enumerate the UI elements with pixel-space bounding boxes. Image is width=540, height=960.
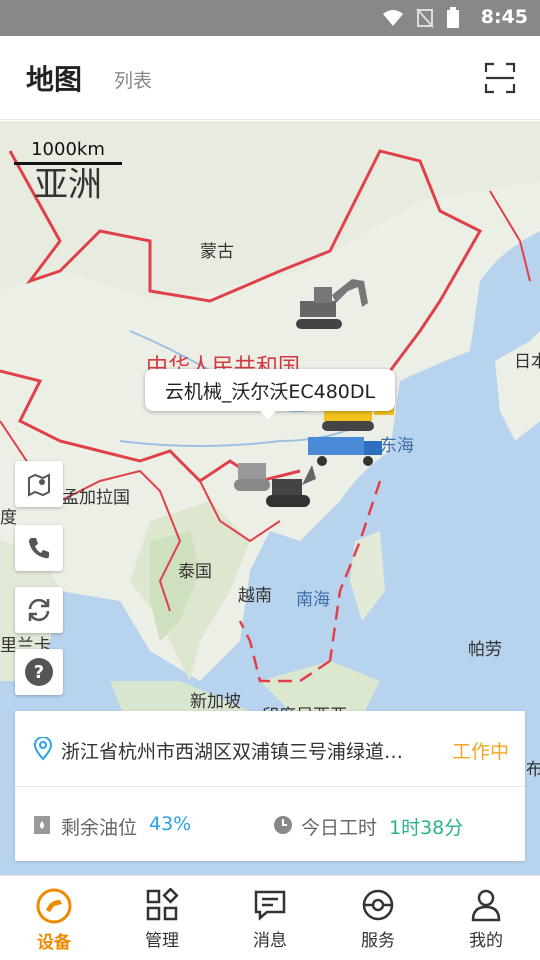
machine-status: 工作中 <box>451 741 509 763</box>
map-label-bangladesh: 孟加拉国 <box>62 488 130 508</box>
no-sim-icon <box>416 8 434 28</box>
map-label-mongolia: 蒙古 <box>200 242 234 262</box>
metrics-row: 剩余油位 43% 今日工时 1时38分 <box>15 787 525 861</box>
map-label-right-edge: 布 <box>526 760 540 780</box>
nav-message-label: 消息 <box>253 931 287 951</box>
battery-icon <box>447 7 459 28</box>
refresh-icon <box>28 598 50 622</box>
user-icon <box>471 889 501 922</box>
address-row: 浙江省杭州市西湖区双浦镇三号浦绿道… 工作中 <box>15 711 525 787</box>
hours-value: 1时38分 <box>389 817 464 839</box>
refresh-button[interactable] <box>15 587 63 633</box>
map-label-vietnam: 越南 <box>238 586 272 606</box>
nav-me[interactable]: 我的 <box>432 876 540 960</box>
map-label-thailand: 泰国 <box>178 562 212 582</box>
scan-icon[interactable] <box>484 62 516 94</box>
hours-label: 今日工时 <box>301 817 378 839</box>
truck-marker[interactable] <box>306 433 386 469</box>
status-icons <box>382 7 460 29</box>
map-label-singapore: 新加坡 <box>190 692 241 712</box>
svg-text:?: ? <box>34 662 44 683</box>
location-button[interactable] <box>15 461 63 507</box>
map-label-palau: 帕劳 <box>468 640 502 660</box>
header: 地图 列表 <box>0 36 540 120</box>
nav-manage[interactable]: 管理 <box>108 876 216 960</box>
wifi-icon <box>383 10 403 26</box>
map-view[interactable]: 1000km 亚洲 蒙古 中华人民共和国 日本 东海 孟加拉国 度 泰国 越南 … <box>0 121 540 875</box>
bulldozer-marker[interactable] <box>228 449 318 511</box>
nav-device[interactable]: 设备 <box>0 876 108 960</box>
status-bar: 8:45 <box>0 0 540 36</box>
nav-manage-label: 管理 <box>145 931 179 951</box>
help-button[interactable]: ? <box>15 649 63 695</box>
device-icon <box>36 888 72 924</box>
location-pin-icon <box>33 737 53 761</box>
nav-service[interactable]: 服务 <box>324 876 432 960</box>
continent-label: 亚洲 <box>34 165 102 205</box>
tab-list[interactable]: 列表 <box>114 66 152 93</box>
service-icon <box>362 889 394 921</box>
map-label-japan: 日本 <box>514 352 540 372</box>
message-icon <box>254 890 286 921</box>
grid-icon <box>146 888 179 921</box>
map-pin-icon <box>28 473 50 497</box>
map-label-south-sea: 南海 <box>296 590 330 610</box>
map-label-india: 度 <box>0 508 17 528</box>
nav-me-label: 我的 <box>469 931 503 951</box>
fuel-label: 剩余油位 <box>61 817 138 839</box>
fuel-icon <box>34 816 50 834</box>
call-button[interactable] <box>15 525 63 571</box>
excavator-marker[interactable] <box>292 273 372 333</box>
tab-map[interactable]: 地图 <box>26 58 82 98</box>
machine-address: 浙江省杭州市西湖区双浦镇三号浦绿道… <box>61 741 404 763</box>
machine-tooltip[interactable]: 云机械_沃尔沃EC480DL <box>145 369 395 419</box>
nav-device-label: 设备 <box>37 933 71 953</box>
bottom-nav: 设备 管理 消息 服务 我的 <box>0 875 540 960</box>
clock: 8:45 <box>480 6 528 28</box>
help-icon: ? <box>25 658 53 686</box>
clock-icon <box>274 816 292 834</box>
machine-info-card[interactable]: 浙江省杭州市西湖区双浦镇三号浦绿道… 工作中 剩余油位 43% 今日工时 1时3… <box>15 711 525 861</box>
nav-service-label: 服务 <box>361 931 395 951</box>
phone-icon <box>29 538 49 559</box>
nav-message[interactable]: 消息 <box>216 876 324 960</box>
fuel-value: 43% <box>149 813 192 835</box>
